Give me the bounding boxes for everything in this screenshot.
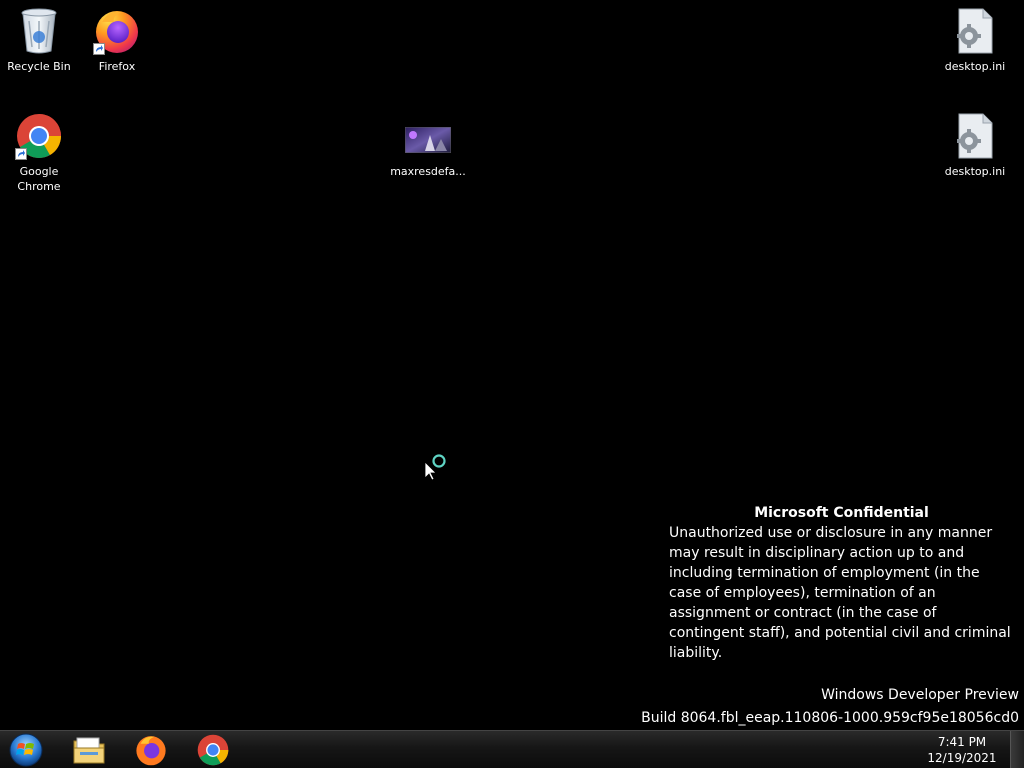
- edition-text: Windows Developer Preview: [821, 687, 1019, 703]
- settings-file-icon: [951, 112, 999, 160]
- busy-cursor-icon: [424, 452, 450, 481]
- firefox-icon: [93, 7, 141, 55]
- desktop-icon-maxres-image[interactable]: maxresdefa...: [390, 120, 466, 179]
- desktop-icon-recycle-bin[interactable]: Recycle Bin: [1, 7, 77, 74]
- taskbar-clock[interactable]: 7:41 PM 12/19/2021: [922, 734, 1002, 766]
- desktop-icon-firefox[interactable]: Firefox: [79, 7, 155, 74]
- taskbar-firefox[interactable]: [125, 733, 177, 767]
- recycle-bin-icon: [15, 7, 63, 55]
- desktop-icon-desktop-ini[interactable]: desktop.ini: [937, 7, 1013, 74]
- desktop-icon-label: Google Chrome: [17, 165, 61, 193]
- desktop-icon-label: Firefox: [98, 60, 136, 73]
- desktop-icon-desktop-ini[interactable]: desktop.ini: [937, 112, 1013, 179]
- file-explorer-icon: [73, 737, 105, 764]
- settings-file-icon: [951, 7, 999, 55]
- show-desktop-button[interactable]: [1010, 731, 1024, 768]
- build-text: Build 8064.fbl_eeap.110806-1000.959cf95e…: [641, 710, 1019, 726]
- clock-date: 12/19/2021: [927, 751, 997, 765]
- desktop: Recycle Bin Firefox Google Chrome maxres…: [0, 0, 1024, 730]
- desktop-icon-label: Recycle Bin: [7, 60, 71, 73]
- image-thumbnail-icon: [404, 120, 452, 160]
- chrome-icon: [15, 112, 63, 160]
- taskbar-chrome[interactable]: [187, 733, 239, 767]
- build-watermark: Windows Developer Preview Build 8064.fbl…: [641, 684, 1019, 730]
- desktop-icon-label: desktop.ini: [944, 60, 1006, 73]
- start-button[interactable]: [6, 733, 46, 767]
- shortcut-arrow-icon: [93, 43, 105, 55]
- chrome-icon: [197, 734, 229, 766]
- desktop-icon-label: desktop.ini: [944, 165, 1006, 178]
- desktop-icon-google-chrome[interactable]: Google Chrome: [1, 112, 77, 194]
- clock-time: 7:41 PM: [937, 735, 987, 749]
- taskbar: 7:41 PM 12/19/2021: [0, 730, 1024, 768]
- taskbar-file-explorer[interactable]: [63, 733, 115, 767]
- firefox-icon: [136, 736, 166, 766]
- desktop-icon-label: maxresdefa...: [390, 165, 466, 178]
- confidential-body: Unauthorized use or disclosure in any ma…: [669, 525, 1011, 661]
- confidential-notice: Microsoft Confidential Unauthorized use …: [669, 503, 1014, 663]
- windows-logo-icon: [9, 733, 43, 767]
- confidential-title: Microsoft Confidential: [754, 505, 929, 521]
- shortcut-arrow-icon: [15, 148, 27, 160]
